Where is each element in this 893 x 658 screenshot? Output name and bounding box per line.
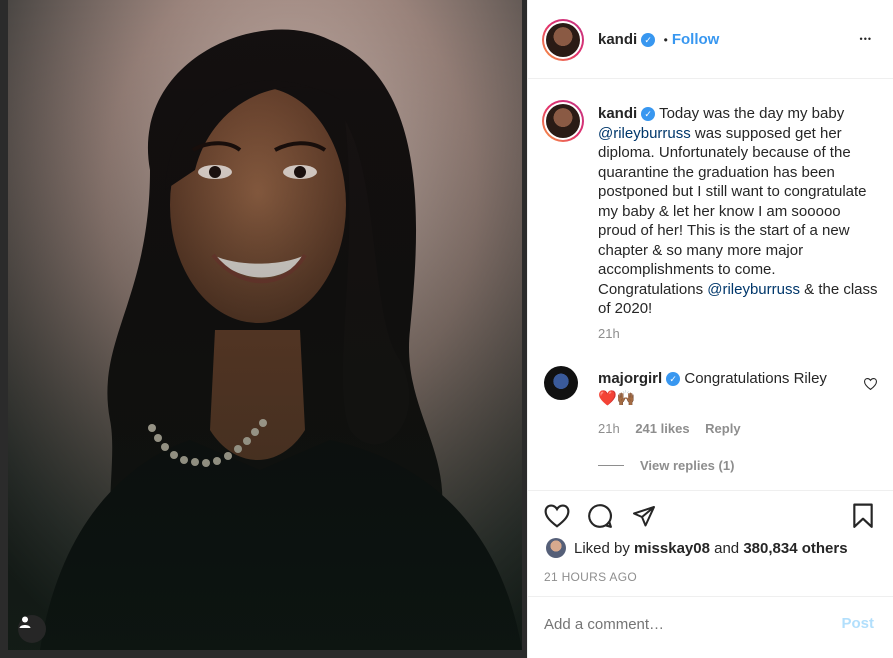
post-sidebar: kandi ✓ • Follow ••• kandi ✓ Today was the … xyxy=(527,0,893,658)
view-replies-button[interactable]: View replies (1) xyxy=(640,458,734,473)
likes-summary: Liked by misskay08 and 380,834 others xyxy=(574,540,848,557)
comment-author-username[interactable]: majorgirl xyxy=(598,370,662,387)
comment: majorgirl ✓ Congratulations Riley ❤️🙌🏾 xyxy=(598,369,860,408)
caption-mention[interactable]: @rileyburruss xyxy=(598,125,691,142)
author-avatar[interactable] xyxy=(542,19,584,61)
comment-timestamp[interactable]: 21h xyxy=(598,421,620,436)
comment-emoji: ❤️🙌🏾 xyxy=(598,389,636,407)
instagram-post: kandi ✓ • Follow ••• kandi ✓ Today was the … xyxy=(0,0,893,658)
author-username[interactable]: kandi xyxy=(598,31,637,48)
share-icon[interactable] xyxy=(631,504,657,528)
verified-badge-icon: ✓ xyxy=(641,32,656,47)
caption-mention[interactable]: @rileyburruss xyxy=(707,281,800,298)
comment-input[interactable] xyxy=(544,613,814,635)
post-timestamp[interactable]: 21 HOURS AGO xyxy=(544,570,637,584)
view-replies[interactable]: View replies (1) xyxy=(598,457,734,475)
comment-like-icon[interactable] xyxy=(864,378,877,390)
comment-meta: 21h 241 likes Reply xyxy=(598,421,741,436)
more-options-icon[interactable]: ••• xyxy=(860,34,872,44)
post-header: kandi ✓ • Follow ••• xyxy=(528,0,893,79)
bookmark-icon[interactable] xyxy=(852,503,874,529)
liked-by-username[interactable]: misskay08 xyxy=(634,540,710,557)
action-bar xyxy=(528,490,893,540)
comment-icon[interactable] xyxy=(587,503,613,529)
caption-author-username[interactable]: kandi xyxy=(598,105,637,122)
caption-timestamp[interactable]: 21h xyxy=(598,326,620,341)
comment-reply-button[interactable]: Reply xyxy=(705,421,740,436)
separator-dot: • xyxy=(663,33,668,47)
caption-text-middle: was supposed get her diploma. Unfortunat… xyxy=(598,124,867,298)
likes-count[interactable]: 380,834 others xyxy=(743,540,847,557)
portrait-photo xyxy=(0,0,527,658)
follow-button[interactable]: Follow xyxy=(672,31,720,48)
add-comment-bar: Post xyxy=(528,596,893,658)
person-icon xyxy=(19,616,31,628)
heart-icon[interactable] xyxy=(544,504,570,528)
caption: kandi ✓ Today was the day my baby @rileyb… xyxy=(598,104,878,319)
post-photo[interactable] xyxy=(0,0,527,658)
caption-text-start: Today was the day my baby xyxy=(659,105,845,122)
likes-middle: and xyxy=(709,540,744,557)
caption-author-avatar[interactable] xyxy=(542,100,584,142)
replies-divider xyxy=(598,465,624,467)
header-author-row: kandi ✓ • Follow xyxy=(598,31,719,49)
likes-prefix: Liked by xyxy=(574,540,635,557)
verified-badge-icon: ✓ xyxy=(666,372,681,387)
comment-avatar[interactable] xyxy=(544,366,578,400)
comment-likes[interactable]: 241 likes xyxy=(635,421,689,436)
verified-badge-icon: ✓ xyxy=(641,107,656,122)
comment-text: Congratulations Riley xyxy=(684,370,827,387)
user-tag-icon[interactable] xyxy=(18,615,46,643)
post-comment-button[interactable]: Post xyxy=(841,615,874,632)
liked-by-avatar[interactable] xyxy=(546,538,566,558)
